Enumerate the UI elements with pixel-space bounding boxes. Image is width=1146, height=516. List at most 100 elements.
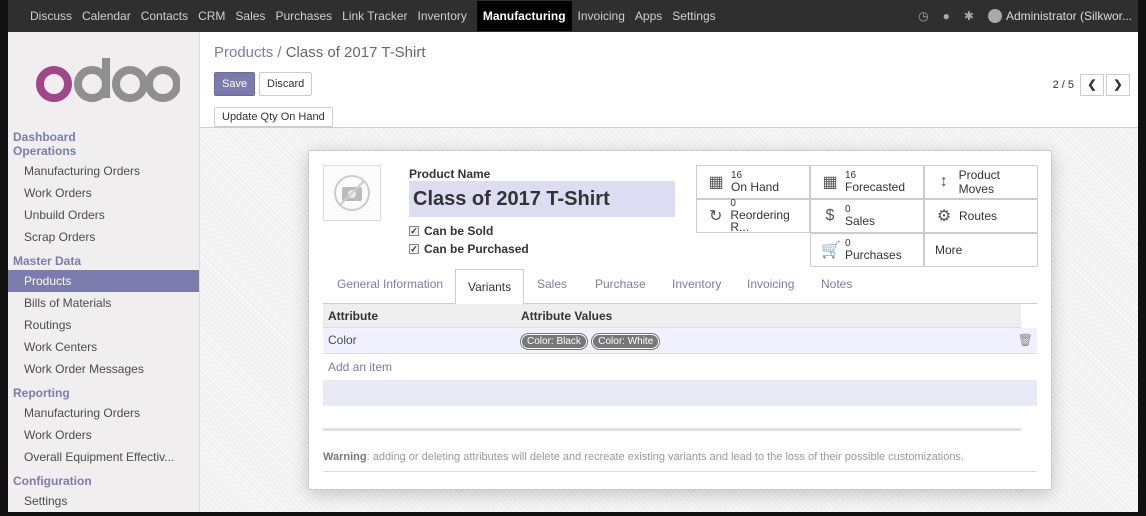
camera-icon <box>334 175 370 211</box>
sidebar-item-work-order-messages[interactable]: Work Order Messages <box>8 358 199 380</box>
update-qty-button[interactable]: Update Qty On Hand <box>214 107 333 127</box>
sidebar-section-configuration: Configuration <box>13 474 92 488</box>
product-name-field[interactable]: Class of 2017 T-Shirt <box>409 181 675 217</box>
menu-purchases[interactable]: Purchases <box>275 9 332 23</box>
add-item-link[interactable]: Add an item <box>323 354 1037 380</box>
warning-label: Warning <box>323 451 367 463</box>
routes-button[interactable]: ⚙ Routes <box>924 199 1038 233</box>
tab-notes[interactable]: Notes <box>821 277 852 291</box>
menu-apps[interactable]: Apps <box>635 9 662 23</box>
more-label: More <box>935 243 963 257</box>
table-header: Attribute Attribute Values <box>323 304 1037 328</box>
routes-label: Routes <box>959 209 998 223</box>
tab-variants[interactable]: Variants <box>455 269 525 305</box>
sidebar: Dashboard Operations Manufacturing Order… <box>8 32 200 512</box>
sidebar-menu: Dashboard Operations Manufacturing Order… <box>8 130 199 512</box>
form-sheet: Product Name Class of 2017 T-Shirt ✓ Can… <box>308 150 1052 490</box>
sidebar-item-settings[interactable]: Settings <box>8 490 199 512</box>
empty-row <box>323 380 1037 406</box>
top-right-tools: ◷ ● ✱ Administrator (Silkwor... <box>918 0 1132 32</box>
product-name-label: Product Name <box>409 167 491 181</box>
breadcrumb-products[interactable]: Products / <box>214 44 282 61</box>
can-be-sold-checkbox[interactable]: ✓ Can be Sold <box>409 224 493 238</box>
product-moves-label: Product Moves <box>958 168 1000 196</box>
can-be-purchased-label: Can be Purchased <box>424 242 529 256</box>
control-panel: Products / Class of 2017 T-Shirt Save Di… <box>200 32 1138 128</box>
sidebar-item-oee[interactable]: Overall Equipment Effectiv... <box>8 446 199 468</box>
header-spacer <box>1021 304 1037 328</box>
more-button[interactable]: More <box>924 233 1038 267</box>
sidebar-item-work-orders[interactable]: Work Orders <box>8 182 199 204</box>
tab-inventory[interactable]: Inventory <box>672 277 721 291</box>
odoo-logo <box>36 58 180 102</box>
avatar[interactable] <box>987 9 1002 23</box>
trash-icon[interactable]: 🗑 <box>1018 328 1033 352</box>
sidebar-item-manufacturing-orders[interactable]: Manufacturing Orders <box>8 160 199 182</box>
sidebar-item-reporting-manufacturing-orders[interactable]: Manufacturing Orders <box>8 402 199 424</box>
cogs-icon: ⚙ <box>936 208 952 225</box>
chat-icon[interactable]: ● <box>943 9 950 23</box>
purchases-button[interactable]: 🛒 0 Purchases <box>810 233 924 267</box>
can-be-purchased-checkbox[interactable]: ✓ Can be Purchased <box>409 242 529 256</box>
attribute-values-cell[interactable]: Color: Black Color: White <box>521 328 661 352</box>
sales-label: Sales <box>845 214 876 228</box>
clock-icon[interactable]: ◷ <box>918 9 928 23</box>
sidebar-item-products[interactable]: Products <box>8 270 199 292</box>
reordering-button[interactable]: ↻ 0 Reordering R... <box>696 199 810 233</box>
notebook-tabs: General Information Variants Sales Purch… <box>323 269 1037 305</box>
discard-button[interactable]: Discard <box>259 72 313 96</box>
menu-sales[interactable]: Sales <box>235 9 265 23</box>
tab-general-information[interactable]: General Information <box>337 277 443 291</box>
table-row[interactable]: Color Color: Black Color: White 🗑 <box>323 328 1037 354</box>
forecasted-button[interactable]: ▦ 16 Forecasted <box>810 165 924 199</box>
bug-icon[interactable]: ✱ <box>964 9 974 23</box>
menu-link-tracker[interactable]: Link Tracker <box>342 9 407 23</box>
tab-invoicing[interactable]: Invoicing <box>747 277 794 291</box>
dollar-icon: $ <box>825 207 835 224</box>
menu-settings[interactable]: Settings <box>672 9 715 23</box>
sidebar-item-routings[interactable]: Routings <box>8 314 199 336</box>
pager-prev-icon[interactable]: ❮ <box>1080 74 1104 96</box>
menu-crm[interactable]: CRM <box>198 9 225 23</box>
user-menu[interactable]: Administrator (Silkwor... <box>1006 9 1132 23</box>
sidebar-item-bills-of-materials[interactable]: Bills of Materials <box>8 292 199 314</box>
on-hand-button[interactable]: ▦ 16 On Hand <box>696 165 810 199</box>
menu-invoicing[interactable]: Invoicing <box>578 9 625 23</box>
building-icon: ▦ <box>708 174 724 191</box>
sidebar-section-master-data: Master Data <box>13 254 82 268</box>
menu-discuss[interactable]: Discuss <box>30 9 72 23</box>
checkbox-checked-icon: ✓ <box>409 244 419 254</box>
variants-table: Attribute Attribute Values Color Color: … <box>323 304 1037 406</box>
column-attribute[interactable]: Attribute <box>328 304 378 328</box>
table-divider <box>323 428 1021 431</box>
pager: 2 / 5 ❮ ❯ <box>1053 74 1130 96</box>
can-be-sold-label: Can be Sold <box>424 224 494 238</box>
refresh-icon: ↻ <box>708 208 723 225</box>
sidebar-dashboard[interactable]: Dashboard <box>8 130 199 144</box>
sales-button[interactable]: $ 0 Sales <box>810 199 924 233</box>
sidebar-item-unbuild-orders[interactable]: Unbuild Orders <box>8 204 199 226</box>
breadcrumb-current: Class of 2017 T-Shirt <box>285 44 426 61</box>
reordering-label: Reordering R... <box>730 208 790 234</box>
product-moves-button[interactable]: ↕ Product Moves <box>924 165 1038 199</box>
pager-value[interactable]: 2 / 5 <box>1053 79 1074 91</box>
sidebar-item-reporting-work-orders[interactable]: Work Orders <box>8 424 199 446</box>
attribute-cell[interactable]: Color <box>328 328 357 352</box>
menu-manufacturing[interactable]: Manufacturing <box>476 1 572 31</box>
forecasted-label: Forecasted <box>845 180 906 194</box>
checkbox-checked-icon: ✓ <box>409 226 419 236</box>
product-image[interactable] <box>323 165 381 221</box>
value-tag: Color: White <box>592 334 660 349</box>
pager-next-icon[interactable]: ❯ <box>1106 74 1130 96</box>
tab-purchase[interactable]: Purchase <box>595 277 646 291</box>
form-content: Product Name Class of 2017 T-Shirt ✓ Can… <box>200 128 1138 512</box>
divider <box>323 471 1037 472</box>
tab-sales[interactable]: Sales <box>537 277 567 291</box>
menu-inventory[interactable]: Inventory <box>418 9 467 23</box>
menu-calendar[interactable]: Calendar <box>82 9 131 23</box>
sidebar-item-work-centers[interactable]: Work Centers <box>8 336 199 358</box>
column-attribute-values[interactable]: Attribute Values <box>521 304 612 328</box>
menu-contacts[interactable]: Contacts <box>141 9 188 23</box>
sidebar-item-scrap-orders[interactable]: Scrap Orders <box>8 226 199 248</box>
save-button[interactable]: Save <box>214 72 256 96</box>
